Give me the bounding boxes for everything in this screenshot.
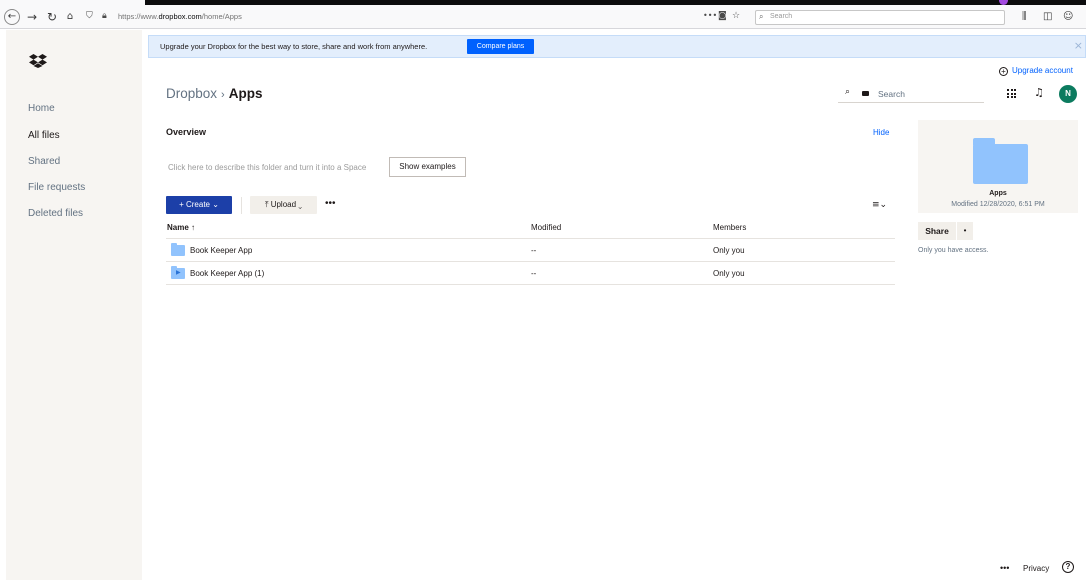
file-members: Only you xyxy=(713,269,745,278)
banner-message: Upgrade your Dropbox for the best way to… xyxy=(160,42,428,51)
compare-plans-button[interactable]: Compare plans xyxy=(467,39,534,54)
file-name[interactable]: Book Keeper App (1) xyxy=(190,269,264,278)
table-divider xyxy=(166,261,895,262)
app-grid-icon[interactable] xyxy=(1007,89,1016,98)
create-button[interactable]: + Create ⌄ xyxy=(166,196,232,214)
chevron-right-icon: › xyxy=(221,89,225,101)
search-icon: ⌕ xyxy=(845,87,851,97)
view-options-icon[interactable]: ≡⌄ xyxy=(872,200,887,210)
file-members: Only you xyxy=(713,246,745,255)
breadcrumb-root[interactable]: Dropbox xyxy=(166,86,217,101)
folder-icon xyxy=(171,243,185,256)
sidebar-item-all-files[interactable]: All files xyxy=(28,130,60,141)
folder-scope-icon[interactable] xyxy=(862,91,869,96)
address-bar[interactable]: ⛉ 🔒︎ https://www.dropbox.com/home/Apps •… xyxy=(86,10,748,25)
search-icon: ⌕ xyxy=(759,12,764,21)
hide-overview-link[interactable]: Hide xyxy=(873,128,889,137)
lock-icon[interactable]: 🔒︎ xyxy=(102,11,107,21)
table-divider xyxy=(166,238,895,239)
footer-more-button[interactable]: ••• xyxy=(1000,563,1009,573)
folder-description-field[interactable]: Click here to describe this folder and t… xyxy=(168,163,366,172)
file-modified: -- xyxy=(531,269,537,278)
pocket-icon[interactable]: ◙ xyxy=(718,11,727,21)
upgrade-account-label: Upgrade account xyxy=(1012,66,1073,75)
bell-icon[interactable]: ♫ xyxy=(1034,86,1044,99)
access-status: Only you have access. xyxy=(918,247,989,254)
upgrade-banner: Upgrade your Dropbox for the best way to… xyxy=(148,35,1086,58)
dropbox-logo-icon[interactable] xyxy=(29,54,47,68)
share-button[interactable]: Share xyxy=(918,222,956,240)
privacy-link[interactable]: Privacy xyxy=(1023,564,1049,573)
column-header-name[interactable]: Name ↑ xyxy=(167,223,195,232)
breadcrumb: Dropbox › Apps xyxy=(166,86,262,101)
forward-arrow-icon[interactable]: → xyxy=(24,9,40,25)
library-icon[interactable]: ⫼ xyxy=(1022,11,1027,22)
page-actions-icon[interactable]: ••• xyxy=(703,11,717,20)
breadcrumb-current: Apps xyxy=(228,86,263,101)
info-folder-name: Apps xyxy=(989,190,1007,197)
browser-navigation-bar: ← → ↻ ⌂ ⛉ 🔒︎ https://www.dropbox.com/hom… xyxy=(0,5,1086,29)
close-icon[interactable]: × xyxy=(1074,39,1083,52)
sidebar-item-shared[interactable]: Shared xyxy=(28,156,60,167)
overview-title: Overview xyxy=(166,127,207,137)
url-text[interactable]: https://www.dropbox.com/home/Apps xyxy=(118,12,242,21)
account-icon[interactable]: ☺ xyxy=(1063,11,1073,22)
sidebar-item-deleted-files[interactable]: Deleted files xyxy=(28,208,83,219)
browser-search-placeholder: Search xyxy=(770,13,793,20)
info-modified-date: Modified 12/28/2020, 6:51 PM xyxy=(951,201,1045,208)
file-name[interactable]: Book Keeper App xyxy=(190,246,252,255)
help-icon[interactable]: ? xyxy=(1062,561,1074,573)
search-input[interactable]: ⌕ Search xyxy=(838,84,984,103)
column-header-members[interactable]: Members xyxy=(713,223,746,232)
back-arrow-icon[interactable]: ← xyxy=(4,9,20,25)
sidebar-item-home[interactable]: Home xyxy=(28,103,55,114)
file-modified: -- xyxy=(531,246,537,255)
left-sidebar: Home All files Shared File requests Dele… xyxy=(6,30,142,580)
table-divider xyxy=(166,284,895,285)
sidebar-item-file-requests[interactable]: File requests xyxy=(28,182,85,193)
upgrade-account-link[interactable]: + Upgrade account xyxy=(999,66,1073,76)
home-icon[interactable]: ⌂ xyxy=(62,9,78,25)
app-folder-icon: ▶ xyxy=(171,266,185,279)
large-folder-icon xyxy=(973,138,1028,184)
sidebar-toggle-icon[interactable]: ◫ xyxy=(1043,11,1052,22)
more-actions-button[interactable]: ••• xyxy=(325,198,336,209)
toolbar-divider xyxy=(241,197,242,214)
avatar[interactable]: N xyxy=(1059,85,1077,103)
folder-info-card: Apps Modified 12/28/2020, 6:51 PM xyxy=(918,120,1078,213)
browser-search-field[interactable]: ⌕ Search xyxy=(755,10,1005,25)
share-options-button[interactable]: • xyxy=(957,222,973,240)
tracking-shield-icon[interactable]: ⛉ xyxy=(86,11,93,21)
show-examples-button[interactable]: Show examples xyxy=(389,157,466,177)
reload-icon[interactable]: ↻ xyxy=(44,9,60,25)
search-placeholder: Search xyxy=(878,89,905,99)
bookmark-star-icon[interactable]: ☆ xyxy=(732,11,740,21)
plus-circle-icon: + xyxy=(999,67,1008,76)
upload-button[interactable]: ⤒ Upload ⌄ xyxy=(250,196,317,214)
column-header-modified[interactable]: Modified xyxy=(531,223,561,232)
